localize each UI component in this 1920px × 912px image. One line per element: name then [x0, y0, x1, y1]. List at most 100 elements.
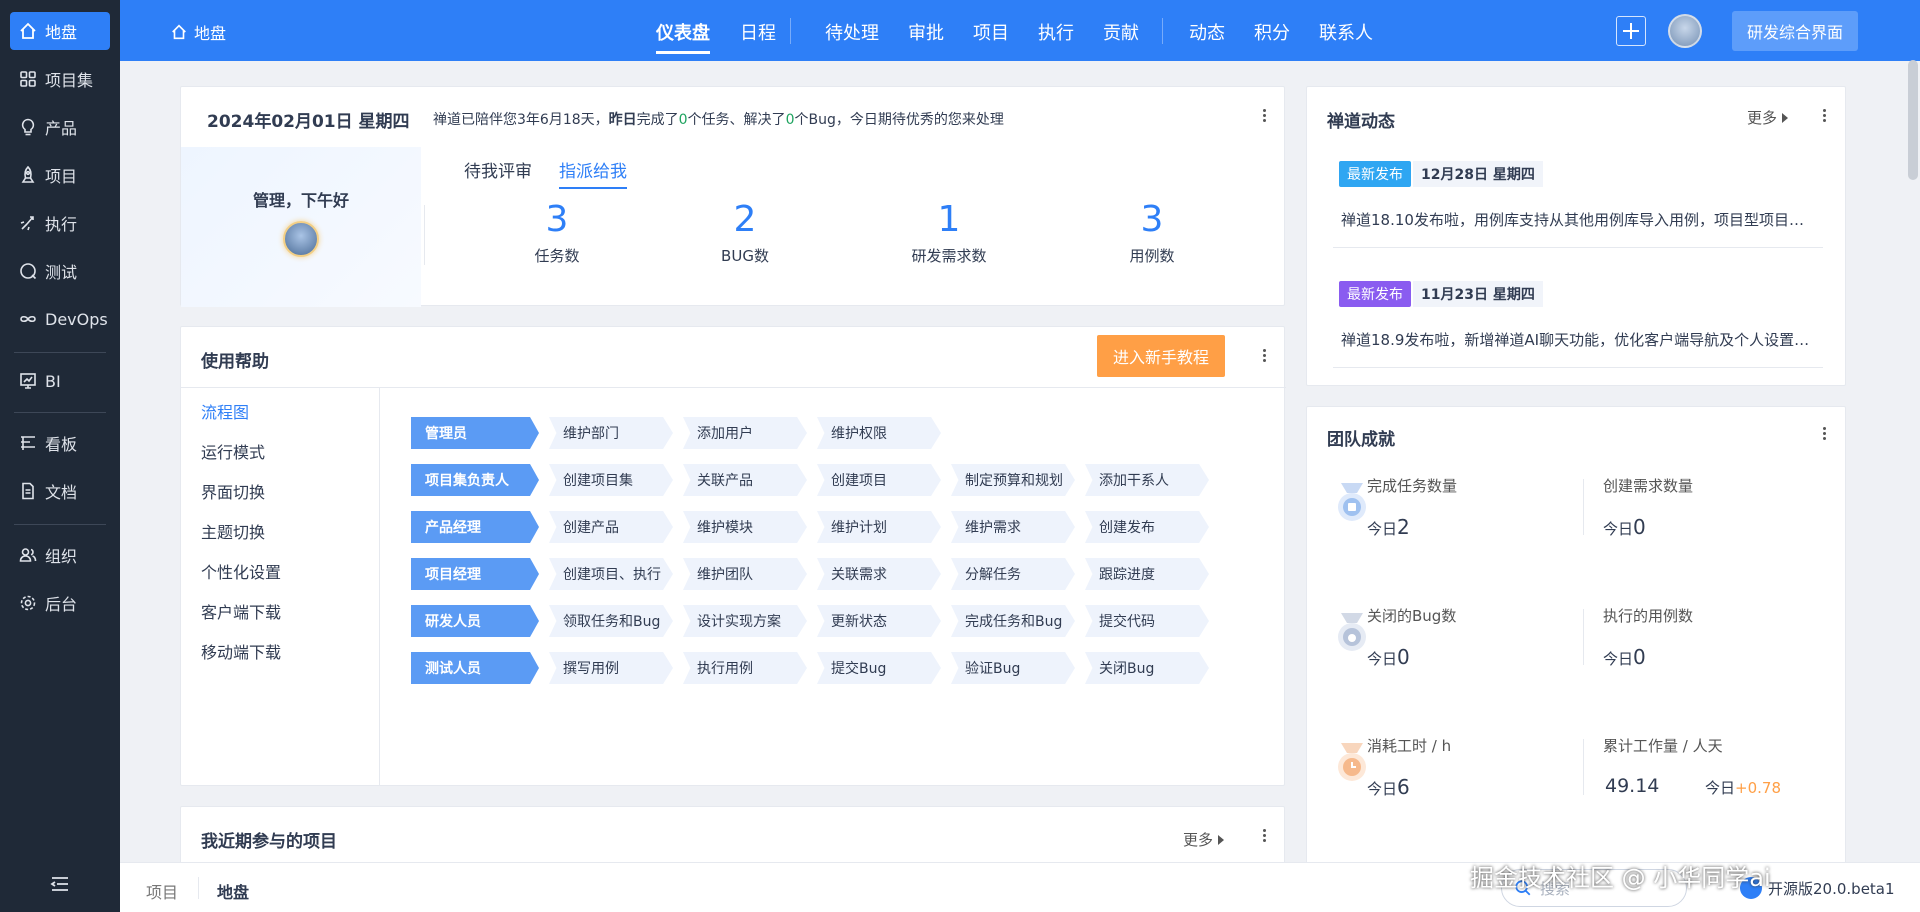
help-menu-mobile[interactable]: 移动端下载 [201, 639, 281, 663]
help-menu-switch[interactable]: 界面切换 [201, 479, 265, 503]
flow-step[interactable]: 执行用例 [683, 652, 807, 684]
nav-divider [790, 18, 791, 44]
metric-label: 累计工作量 / 人天 [1603, 737, 1723, 755]
sidebar-item-doc[interactable]: 文档 [10, 472, 110, 510]
help-menu-client[interactable]: 客户端下载 [201, 599, 281, 623]
top-navbar: 地盘 仪表盘 日程 待处理 审批 项目 执行 贡献 动态 积分 联系人 研发综合… [120, 0, 1920, 61]
menu-collapse-icon[interactable] [48, 872, 72, 896]
user-avatar[interactable] [1668, 14, 1702, 48]
sidebar-item-product[interactable]: 产品 [10, 108, 110, 146]
flow-role[interactable]: 项目经理 [411, 558, 539, 590]
more-options-icon[interactable] [1255, 827, 1273, 847]
flow-step[interactable]: 提交Bug [817, 652, 941, 684]
flow-step[interactable]: 跟踪进度 [1085, 558, 1209, 590]
nav-todo[interactable]: 待处理 [825, 19, 879, 45]
more-link[interactable]: 更多 [1183, 829, 1225, 850]
flow-role[interactable]: 测试人员 [411, 652, 539, 684]
stat-stories[interactable]: 1 研发需求数 [879, 199, 1019, 266]
flow-step[interactable]: 创建项目、执行 [549, 558, 673, 590]
sidebar-divider [14, 524, 106, 525]
flow-step[interactable]: 制定预算和规划 [951, 464, 1075, 496]
flow-step[interactable]: 验证Bug [951, 652, 1075, 684]
sidebar-item-label: 测试 [45, 263, 78, 282]
stat-cases[interactable]: 3 用例数 [1082, 199, 1222, 266]
brand[interactable]: 地盘 [170, 20, 226, 44]
breadcrumb-dashboard[interactable]: 地盘 [217, 879, 249, 903]
news-date: 12月28日 星期四 [1413, 161, 1543, 187]
scrollbar[interactable] [1908, 60, 1918, 180]
sidebar-item-project[interactable]: 项目 [10, 156, 110, 194]
nav-contacts[interactable]: 联系人 [1319, 19, 1373, 45]
flow-step[interactable]: 创建项目 [817, 464, 941, 496]
more-options-icon[interactable] [1255, 347, 1273, 367]
sidebar-item-admin[interactable]: 后台 [10, 584, 110, 622]
flow-step[interactable]: 领取任务和Bug [549, 605, 673, 637]
flow-role[interactable]: 研发人员 [411, 605, 539, 637]
sidebar-item-execution[interactable]: 执行 [10, 204, 110, 242]
flow-role[interactable]: 项目集负责人 [411, 464, 539, 496]
flow-step[interactable]: 创建产品 [549, 511, 673, 543]
tutorial-button[interactable]: 进入新手教程 [1097, 335, 1225, 377]
sidebar-item-test[interactable]: 测试 [10, 252, 110, 290]
help-menu-mode[interactable]: 运行模式 [201, 439, 265, 463]
news-item[interactable]: 禅道18.10发布啦，用例库支持从其他用例库导入用例，项目型项目集支持需求管理，… [1341, 209, 1811, 230]
nav-approval[interactable]: 审批 [908, 19, 944, 45]
run-icon [20, 216, 34, 231]
flow-role[interactable]: 产品经理 [411, 511, 539, 543]
flow-step[interactable]: 完成任务和Bug [951, 605, 1075, 637]
sidebar-item-bi[interactable]: BI [10, 362, 110, 400]
flow-step[interactable]: 关闭Bug [1085, 652, 1209, 684]
flow-role[interactable]: 管理员 [411, 417, 539, 449]
flow-step[interactable]: 维护需求 [951, 511, 1075, 543]
flow-step[interactable]: 维护团队 [683, 558, 807, 590]
flow-step[interactable]: 关联产品 [683, 464, 807, 496]
stat-tasks[interactable]: 3 任务数 [487, 199, 627, 266]
nav-dashboard[interactable]: 仪表盘 [656, 19, 710, 54]
more-options-icon[interactable] [1815, 425, 1833, 445]
flow-step[interactable]: 维护计划 [817, 511, 941, 543]
metric-value: 今日6 [1367, 775, 1410, 799]
flow-step[interactable]: 添加干系人 [1085, 464, 1209, 496]
card-title: 禅道动态 [1327, 112, 1395, 132]
help-menu-flowchart[interactable]: 流程图 [201, 399, 249, 423]
more-options-icon[interactable] [1255, 107, 1273, 127]
more-link[interactable]: 更多 [1747, 107, 1789, 128]
flow-step[interactable]: 创建项目集 [549, 464, 673, 496]
nav-dynamic[interactable]: 动态 [1189, 19, 1225, 45]
flow-step[interactable]: 维护权限 [817, 417, 941, 449]
nav-contribution[interactable]: 贡献 [1103, 19, 1139, 45]
sidebar: 地盘 项目集 产品 项目 执行 测试 DevOps BI 看板 文档 组织 后台 [0, 0, 120, 912]
sidebar-item-label: DevOps [45, 309, 108, 329]
flow-step[interactable]: 创建发布 [1085, 511, 1209, 543]
flow-step[interactable]: 维护部门 [549, 417, 673, 449]
sidebar-item-devops[interactable]: DevOps [10, 300, 110, 338]
sidebar-item-kanban[interactable]: 看板 [10, 424, 110, 462]
more-options-icon[interactable] [1815, 107, 1833, 127]
nav-execution[interactable]: 执行 [1038, 19, 1074, 45]
nav-schedule[interactable]: 日程 [740, 19, 776, 45]
flow-step[interactable]: 提交代码 [1085, 605, 1209, 637]
tab-assigned-to-me[interactable]: 指派给我 [559, 157, 627, 189]
rd-interface-button[interactable]: 研发综合界面 [1732, 11, 1858, 51]
sidebar-item-org[interactable]: 组织 [10, 536, 110, 574]
stat-bugs[interactable]: 2 BUG数 [675, 199, 815, 266]
nav-project[interactable]: 项目 [973, 19, 1009, 45]
flow-step[interactable]: 维护模块 [683, 511, 807, 543]
flow-step[interactable]: 关联需求 [817, 558, 941, 590]
flow-step[interactable]: 更新状态 [817, 605, 941, 637]
breadcrumb-project[interactable]: 项目 [146, 879, 178, 903]
flow-step[interactable]: 分解任务 [951, 558, 1075, 590]
sidebar-item-dashboard[interactable]: 地盘 [10, 12, 110, 50]
flow-step[interactable]: 设计实现方案 [683, 605, 807, 637]
flow-step[interactable]: 添加用户 [683, 417, 807, 449]
achievement-row: 关闭的Bug数 今日0 执行的用例数 今日0 [1333, 593, 1829, 701]
sidebar-item-program[interactable]: 项目集 [10, 60, 110, 98]
create-button[interactable] [1616, 16, 1646, 46]
tab-pending-review[interactable]: 待我评审 [464, 157, 532, 182]
help-menu-personal[interactable]: 个性化设置 [201, 559, 281, 583]
avatar[interactable] [283, 221, 319, 257]
help-menu-theme[interactable]: 主题切换 [201, 519, 265, 543]
nav-score[interactable]: 积分 [1254, 19, 1290, 45]
flow-step[interactable]: 撰写用例 [549, 652, 673, 684]
news-item[interactable]: 禅道18.9发布啦，新增禅道AI聊天功能，优化客户端导航及个人设置等功能 [1341, 329, 1811, 350]
